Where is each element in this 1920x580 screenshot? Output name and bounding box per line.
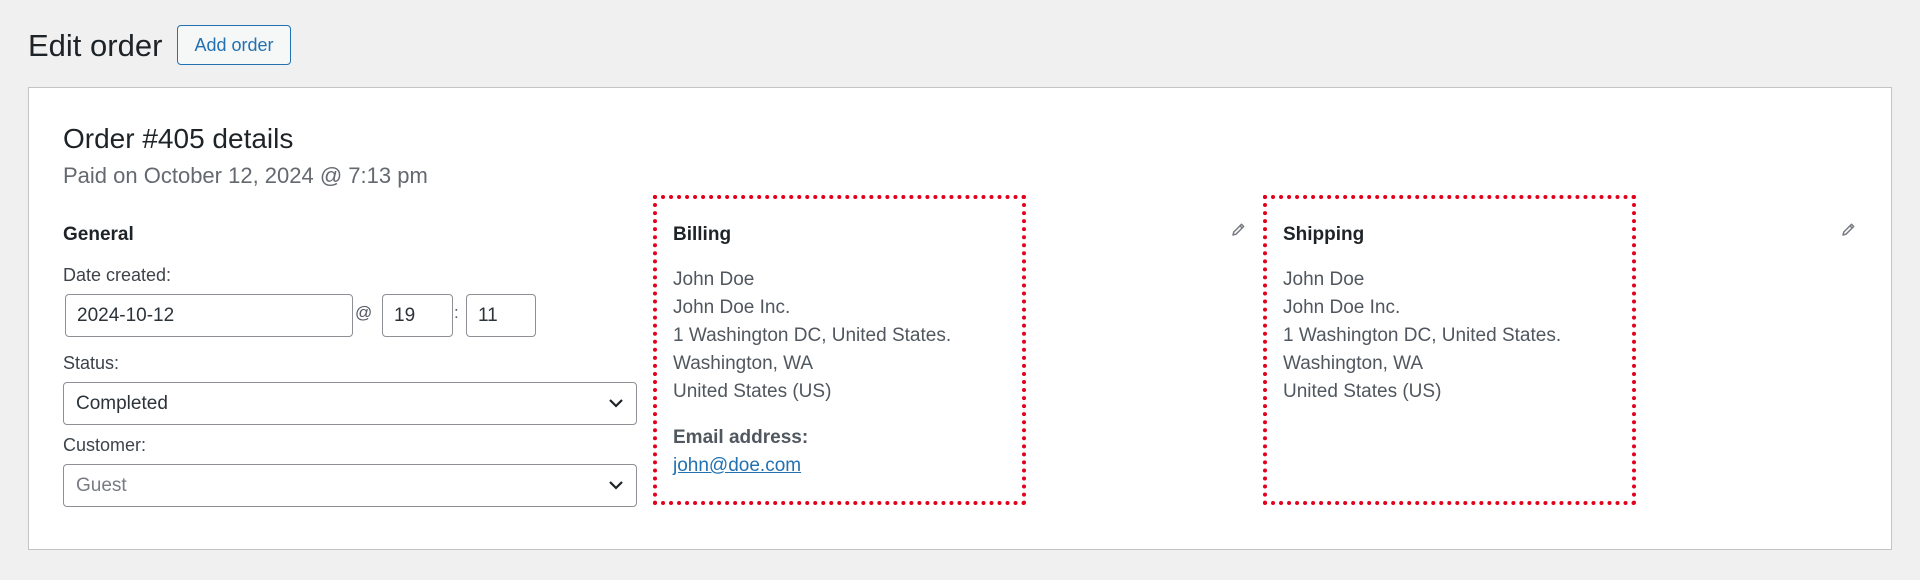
page-title: Edit order <box>28 28 163 63</box>
add-order-button[interactable]: Add order <box>177 25 291 65</box>
colon-separator: : <box>454 303 459 322</box>
status-select[interactable]: Completed <box>63 382 637 425</box>
at-separator: @ <box>355 303 373 322</box>
customer-select[interactable]: Guest <box>63 464 637 507</box>
order-paid-info: Paid on October 12, 2024 @ 7:13 pm <box>63 163 428 188</box>
order-title: Order #405 details <box>63 123 294 154</box>
minute-input[interactable]: 11 <box>466 294 536 337</box>
chevron-down-icon <box>609 399 623 408</box>
date-created-label: Date created: <box>63 265 172 285</box>
order-data-panel: Order #405 details Paid on October 12, 2… <box>28 87 1892 550</box>
status-label: Status: <box>63 353 120 373</box>
general-heading: General <box>63 224 134 245</box>
customer-selected-value: Guest <box>76 474 127 496</box>
chevron-down-icon <box>609 481 623 490</box>
hour-input[interactable]: 19 <box>382 294 453 337</box>
status-selected-value: Completed <box>76 392 168 414</box>
shipping-edit-pencil-icon[interactable] <box>1840 222 1856 238</box>
billing-highlight-box <box>653 195 1026 505</box>
shipping-highlight-box <box>1263 195 1636 505</box>
customer-label: Customer: <box>63 435 147 455</box>
date-created-input[interactable]: 2024-10-12 <box>65 294 353 337</box>
billing-edit-pencil-icon[interactable] <box>1230 222 1246 238</box>
